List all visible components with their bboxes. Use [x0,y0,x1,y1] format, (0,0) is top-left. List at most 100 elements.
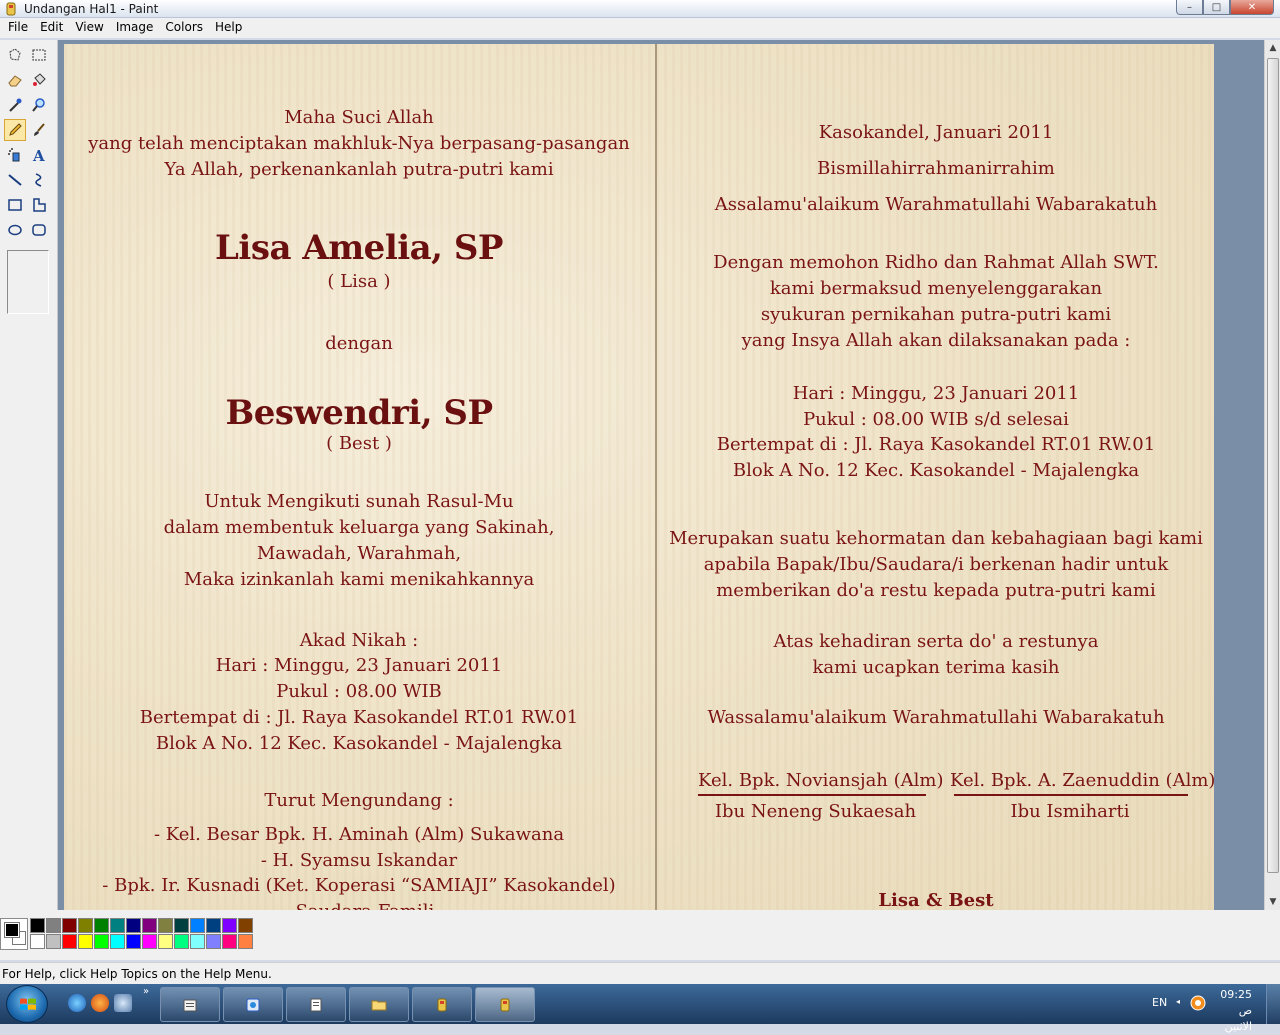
color-swatch[interactable] [174,918,189,933]
color-swatch[interactable] [110,934,125,949]
color-swatch[interactable] [238,918,253,933]
color-swatch[interactable] [222,934,237,949]
tool-options-panel[interactable] [7,250,49,314]
current-colors-indicator[interactable] [0,918,28,950]
magnifier-icon[interactable] [28,94,50,116]
eraser-icon[interactable] [4,69,26,91]
color-swatch[interactable] [46,934,61,949]
taskbar-button[interactable] [223,987,283,1022]
quicklaunch-more-chevron[interactable]: » [143,986,149,997]
color-swatch[interactable] [206,918,221,933]
taskbar-button-active[interactable] [475,987,535,1022]
maximize-button[interactable]: □ [1203,0,1230,15]
color-swatch[interactable] [110,918,125,933]
honor-line: Merupakan suatu kehormatan dan kebahagia… [669,528,1203,549]
family2-father: Kel. Bpk. A. Zaenuddin (Alm) [950,770,1216,791]
title-bar[interactable]: Undangan Hal1 - Paint – □ ✕ [0,0,1280,18]
free-form-select-icon[interactable] [4,44,26,66]
turut-title: Turut Mengundang : [264,790,454,811]
family2-mother: Ibu Ismiharti [1010,801,1130,822]
page-fold-divider [655,44,657,910]
turut-line: - Bpk. Ir. Kusnadi (Ket. Koperasi “SAMIA… [102,875,616,896]
canvas-area[interactable]: Maha Suci Allah yang telah menciptakan m… [58,40,1264,910]
color-swatch[interactable] [158,918,173,933]
color-picker-icon[interactable] [4,94,26,116]
language-indicator[interactable]: EN [1152,996,1167,1009]
start-button[interactable] [6,985,48,1023]
scroll-up-arrow-icon[interactable]: ▲ [1265,40,1280,56]
rounded-rect-icon[interactable] [28,219,50,241]
color-swatch[interactable] [78,934,93,949]
color-swatch[interactable] [190,918,205,933]
color-swatch[interactable] [174,934,189,949]
window-title: Undangan Hal1 - Paint [24,2,159,16]
polygon-icon[interactable] [28,194,50,216]
menu-colors[interactable]: Colors [159,18,209,38]
taskbar-button[interactable] [412,987,472,1022]
fill-bucket-icon[interactable] [28,69,50,91]
color-swatch[interactable] [142,934,157,949]
color-swatch[interactable] [158,934,173,949]
color-swatch[interactable] [30,918,45,933]
color-swatch[interactable] [78,918,93,933]
color-palette-bar [0,910,1280,960]
show-desktop-button[interactable] [1266,984,1280,1024]
tray-update-icon[interactable] [1190,995,1206,1011]
color-swatch[interactable] [30,934,45,949]
color-swatch[interactable] [238,934,253,949]
folder-window-icon [371,1000,387,1010]
signature-divider [954,794,1188,796]
text-icon[interactable]: A [28,144,50,166]
menu-file[interactable]: File [2,18,34,38]
taskbar-button[interactable] [349,987,409,1022]
menu-help[interactable]: Help [209,18,248,38]
groom-nickname: ( Best ) [326,433,392,454]
brush-icon[interactable] [28,119,50,141]
color-swatch[interactable] [94,934,109,949]
close-button[interactable]: ✕ [1230,0,1274,15]
color-swatch[interactable] [190,934,205,949]
turut-line: - Kel. Besar Bpk. H. Aminah (Alm) Sukawa… [153,824,565,845]
menu-image[interactable]: Image [110,18,160,38]
taskbar-button[interactable] [160,987,220,1022]
conjunction-text: dengan [325,333,393,354]
color-swatch[interactable] [46,918,61,933]
color-swatch[interactable] [222,918,237,933]
family1-father: Kel. Bpk. Noviansjah (Alm) [698,770,944,791]
rect-select-icon[interactable] [28,44,50,66]
switch-windows-quicklaunch-icon[interactable] [114,994,132,1012]
pencil-icon[interactable] [4,119,26,141]
color-swatch[interactable] [142,918,157,933]
minimize-button[interactable]: – [1176,0,1203,15]
tray-clock[interactable]: 09:25 ص الاثنين [1212,987,1252,1035]
line-icon[interactable] [4,169,26,191]
color-swatch[interactable] [62,934,77,949]
airbrush-icon[interactable] [4,144,26,166]
rectangle-icon[interactable] [4,194,26,216]
akad-line: Bertempat di : Jl. Raya Kasokandel RT.01… [139,707,579,728]
taskbar-button[interactable] [286,987,346,1022]
invitation-left-page: Maha Suci Allah yang telah menciptakan m… [64,44,654,910]
foreground-color-swatch[interactable] [4,922,20,938]
menu-view[interactable]: View [69,18,109,38]
color-swatch[interactable] [206,934,221,949]
ellipse-icon[interactable] [4,219,26,241]
salam-opening: Assalamu'alaikum Warahmatullahi Wabaraka… [714,194,1158,215]
show-hidden-icons-arrow[interactable]: ◂ [1176,997,1180,1006]
invitation-image[interactable]: Maha Suci Allah yang telah menciptakan m… [64,44,1216,910]
color-swatch[interactable] [94,918,109,933]
vertical-scrollbar[interactable]: ▲ ▼ [1264,40,1280,910]
curve-icon[interactable] [28,169,50,191]
color-swatch[interactable] [126,934,141,949]
color-swatch[interactable] [126,918,141,933]
scroll-down-arrow-icon[interactable]: ▼ [1265,894,1280,910]
firefox-quicklaunch-icon[interactable] [91,994,109,1012]
ie-quicklaunch-icon[interactable] [68,994,86,1012]
bride-name: Lisa Amelia, SP [215,228,503,268]
event-line: Bertempat di : Jl. Raya Kasokandel RT.01… [716,434,1156,455]
purpose-line: Mawadah, Warahmah, [256,543,462,564]
color-swatch[interactable] [62,918,77,933]
scrollbar-thumb[interactable] [1267,58,1279,873]
groom-name: Beswendri, SP [225,393,493,433]
menu-edit[interactable]: Edit [34,18,69,38]
